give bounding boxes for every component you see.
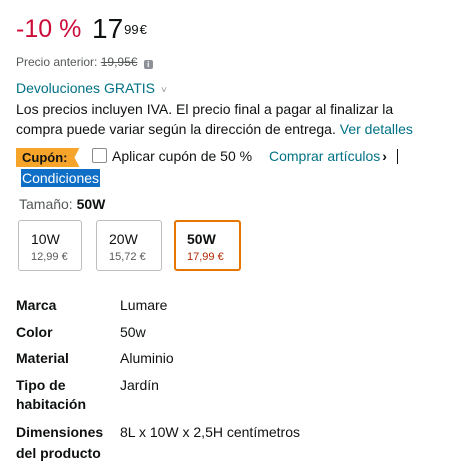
attr-key-color: Color (16, 324, 53, 340)
price-whole: 17 (92, 13, 124, 44)
see-details-link[interactable]: Ver detalles (340, 121, 413, 137)
attr-value-dimensions: 8L x 10W x 2,5H centímetros (120, 424, 300, 440)
previous-price-row: Precio anterior: 19,95€ i (16, 55, 153, 69)
free-returns-link[interactable]: Devoluciones GRATIS ˅ (16, 80, 167, 99)
attr-value-color: 50w (120, 324, 146, 340)
shop-items-label: Comprar artículos (269, 148, 381, 164)
coupon-badge: Cupón: (16, 148, 80, 167)
attr-key-brand: Marca (16, 297, 57, 313)
size-option-50w[interactable]: 50W 17,99 € (174, 220, 241, 271)
attr-value-brand: Lumare (120, 297, 168, 313)
size-option-10w[interactable]: 10W 12,99 € (18, 220, 82, 271)
attr-key-dimensions-line2: del producto (16, 445, 101, 461)
apply-coupon-label[interactable]: Aplicar cupón de 50 % (112, 147, 252, 165)
size-label: Tamaño: (19, 196, 73, 212)
size-option-20w[interactable]: 20W 15,72 € (96, 220, 162, 271)
attr-value-material: Aluminio (120, 350, 174, 366)
size-option-name: 10W (31, 231, 60, 247)
info-icon[interactable]: i (143, 60, 153, 69)
size-option-price: 12,99 € (31, 251, 68, 263)
chevron-right-icon: › (382, 148, 387, 164)
attr-key-dimensions-line1: Dimensiones (16, 424, 104, 440)
attr-key-room-type-line2: habitación (16, 396, 87, 412)
tax-notice-text: Los precios incluyen IVA. El precio fina… (16, 101, 394, 137)
text-cursor (397, 149, 398, 164)
free-returns-label: Devoluciones GRATIS (16, 80, 156, 96)
attr-value-room-type: Jardín (120, 377, 159, 393)
size-option-price: 15,72 € (109, 251, 146, 263)
price-currency: € (139, 22, 147, 37)
attr-key-material: Material (16, 350, 69, 366)
attr-key-room-type-line1: Tipo de (16, 377, 66, 393)
price-fraction: 99 (124, 22, 139, 37)
current-price: 1799€ (92, 12, 147, 51)
size-label-row: Tamaño: 50W (19, 196, 105, 213)
size-option-name: 50W (187, 231, 216, 247)
previous-price: 19,95€ (100, 55, 138, 69)
shop-items-link[interactable]: Comprar artículos › (269, 147, 387, 165)
size-selected: 50W (76, 196, 106, 212)
discount-percent: -10 % (16, 15, 82, 43)
chevron-down-icon[interactable]: ˅ (161, 85, 167, 96)
previous-price-label: Precio anterior: (16, 55, 98, 69)
size-option-price: 17,99 € (187, 251, 224, 263)
conditions-link[interactable]: Condiciones (21, 169, 101, 187)
apply-coupon-checkbox[interactable] (92, 148, 107, 163)
size-option-name: 20W (109, 231, 138, 247)
tax-notice: Los precios incluyen IVA. El precio fina… (16, 99, 441, 139)
